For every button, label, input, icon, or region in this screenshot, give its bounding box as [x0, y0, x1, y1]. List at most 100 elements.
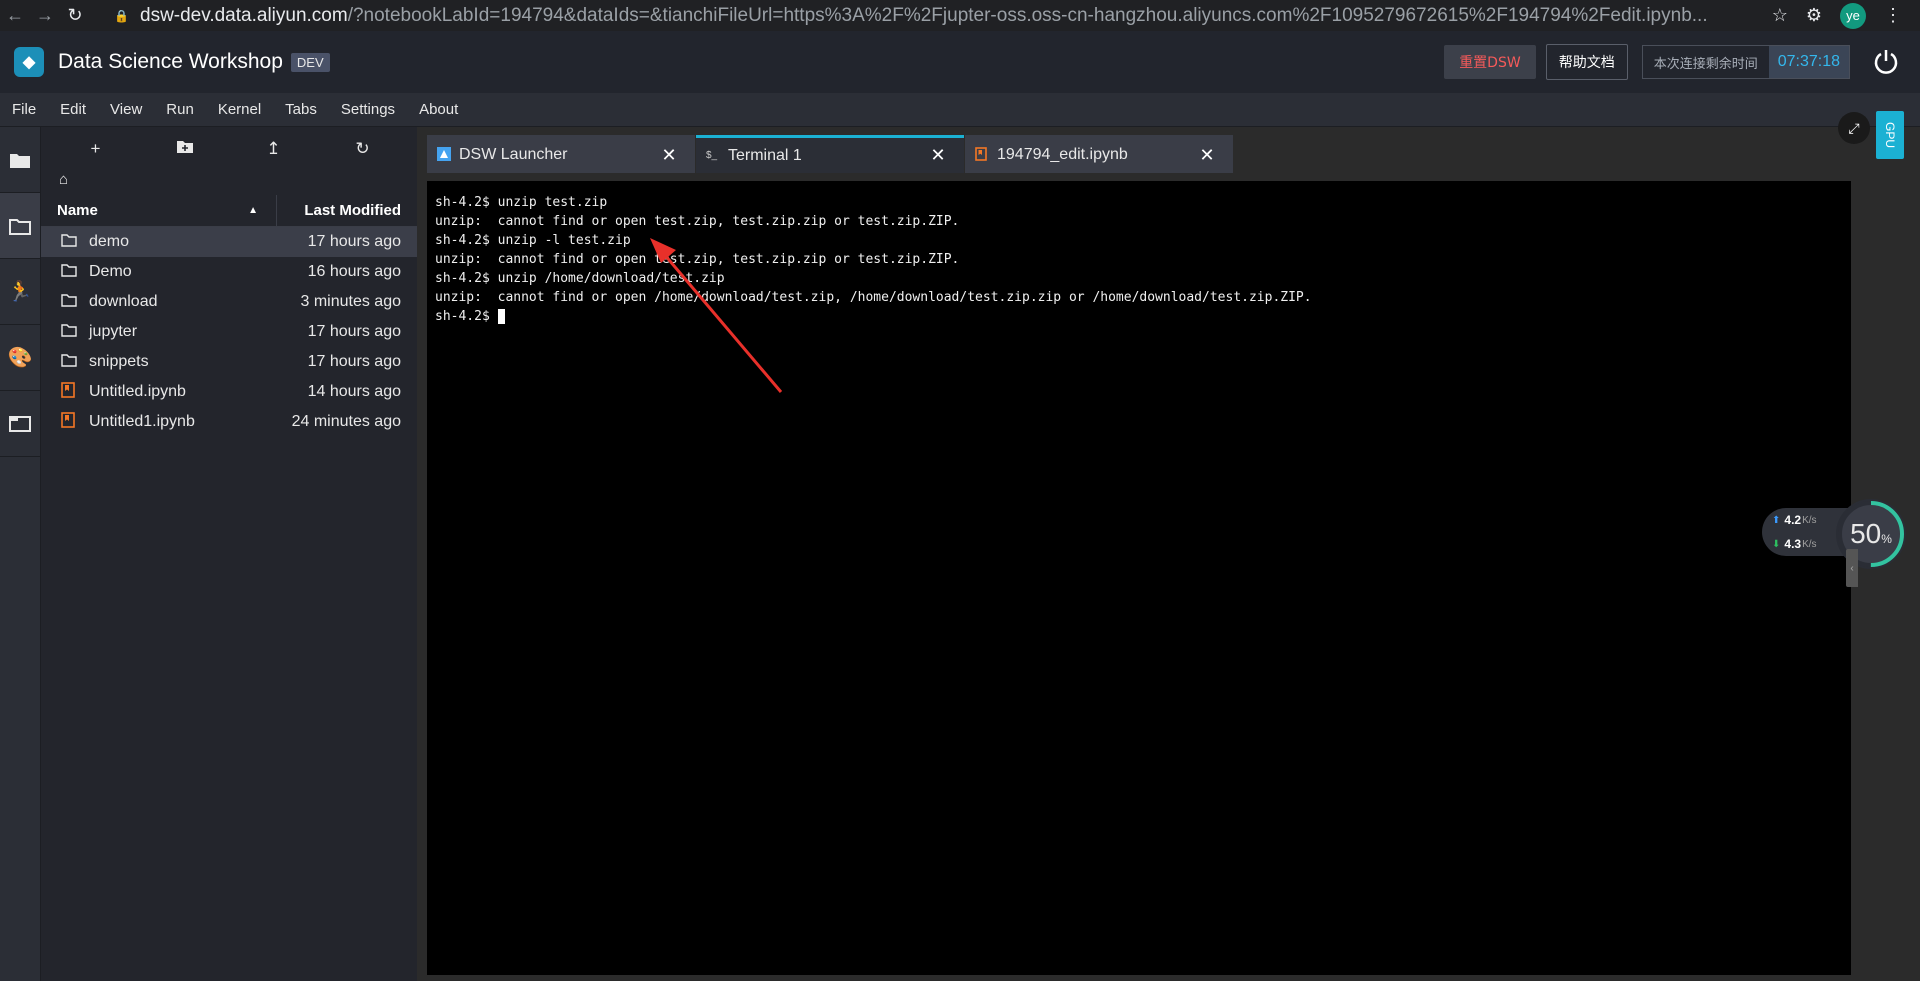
breadcrumb: ⌂	[41, 165, 417, 193]
reload-icon[interactable]: ↻	[60, 0, 90, 31]
folder-icon[interactable]	[0, 127, 40, 193]
menu-run[interactable]: Run	[154, 101, 206, 118]
close-icon[interactable]: ✕	[1195, 145, 1219, 166]
menu-file[interactable]: File	[0, 101, 48, 118]
menu-settings[interactable]: Settings	[329, 101, 407, 118]
tab-label: DSW Launcher	[459, 146, 568, 163]
notebook-icon	[61, 382, 79, 402]
dsw-logo-icon: ◆	[14, 47, 44, 77]
terminal-output[interactable]: sh-4.2$ unzip test.zip unzip: cannot fin…	[427, 181, 1851, 975]
session-timer-label: 本次连接剩余时间	[1653, 56, 1758, 72]
forward-icon[interactable]: →	[30, 0, 60, 31]
file-modified: 16 hours ago	[307, 263, 401, 280]
terminal-line: sh-4.2$ unzip -l test.zip	[435, 233, 631, 248]
more-menu-icon[interactable]: ⋮	[1884, 5, 1902, 26]
folder-icon	[61, 293, 79, 311]
url-path: /?notebookLabId=194794&dataIds=&tianchiF…	[347, 4, 1708, 26]
file-modified: 17 hours ago	[307, 353, 401, 370]
tab-notebook[interactable]: 194794_edit.ipynb ✕	[965, 135, 1233, 173]
menu-edit[interactable]: Edit	[48, 101, 98, 118]
help-docs-button[interactable]: 帮助文档	[1545, 44, 1628, 80]
terminal-line: sh-4.2$ unzip /home/download/test.zip	[435, 271, 725, 286]
bookmark-star-icon[interactable]: ☆	[1772, 5, 1788, 26]
running-icon[interactable]: 🏃	[0, 259, 40, 325]
file-row[interactable]: Untitled1.ipynb 24 minutes ago	[41, 407, 417, 437]
address-bar[interactable]: 🔒 dsw-dev.data.aliyun.com /?notebookLabI…	[114, 0, 1772, 31]
file-row[interactable]: Untitled.ipynb 14 hours ago	[41, 377, 417, 407]
column-name-header[interactable]: Name ▲	[41, 195, 277, 226]
collapse-widget-icon[interactable]: ‹	[1846, 549, 1858, 587]
folder-icon	[61, 353, 79, 371]
file-browser-icon[interactable]	[0, 193, 40, 259]
menu-view[interactable]: View	[98, 101, 154, 118]
menu-tabs[interactable]: Tabs	[273, 101, 329, 118]
file-browser-toolbar: + ↥ ↻	[41, 133, 417, 165]
session-timer-value: 07:37:18	[1768, 46, 1849, 78]
menu-about[interactable]: About	[407, 101, 470, 118]
url-host: dsw-dev.data.aliyun.com	[140, 4, 348, 26]
menu-bar: File Edit View Run Kernel Tabs Settings …	[0, 93, 1920, 127]
tab-label: Terminal 1	[728, 146, 802, 164]
gpu-panel-tab[interactable]: GPU	[1876, 111, 1904, 159]
notebook-icon	[61, 412, 79, 432]
column-name-label: Name	[57, 202, 98, 219]
left-sidebar-rail: 🏃 🎨	[0, 127, 41, 981]
lock-icon: 🔒	[114, 8, 129, 23]
file-modified: 24 minutes ago	[291, 413, 401, 430]
file-row[interactable]: demo 17 hours ago	[41, 227, 417, 257]
launcher-icon	[437, 146, 453, 164]
tabs-icon[interactable]	[0, 391, 40, 457]
upload-speed-unit: K/s	[1802, 514, 1817, 526]
file-row[interactable]: jupyter 17 hours ago	[41, 317, 417, 347]
extensions-icon[interactable]: ⚙	[1806, 5, 1822, 26]
file-list-header: Name ▲ Last Modified	[41, 195, 417, 227]
terminal-prompt: sh-4.2$	[435, 309, 498, 324]
upload-speed: 4.2	[1784, 513, 1802, 527]
folder-icon	[61, 323, 79, 341]
folder-icon	[61, 263, 79, 281]
column-modified-header[interactable]: Last Modified	[277, 202, 417, 219]
close-icon[interactable]: ✕	[926, 145, 950, 166]
file-name: snippets	[89, 353, 149, 370]
browser-toolbar: ← → ↻ 🔒 dsw-dev.data.aliyun.com /?notebo…	[0, 0, 1920, 31]
power-icon[interactable]	[1870, 46, 1902, 78]
terminal-cursor	[497, 309, 505, 324]
terminal-line: sh-4.2$ unzip test.zip	[435, 195, 608, 210]
back-icon[interactable]: ←	[0, 0, 30, 31]
new-launcher-icon[interactable]: +	[81, 139, 111, 159]
file-modified: 14 hours ago	[307, 383, 401, 400]
file-row[interactable]: download 3 minutes ago	[41, 287, 417, 317]
menu-kernel[interactable]: Kernel	[206, 101, 273, 118]
close-icon[interactable]: ✕	[657, 145, 681, 166]
file-browser-panel: + ↥ ↻ ⌂ Name ▲ Last Modified demo 17 hou…	[41, 127, 417, 981]
file-name: download	[89, 293, 158, 310]
refresh-icon[interactable]: ↻	[348, 139, 378, 159]
download-arrow-icon: ⬇	[1772, 538, 1781, 550]
folder-icon	[61, 233, 79, 251]
usage-gauge-value: 50	[1850, 518, 1882, 549]
app-title: Data Science Workshop	[58, 50, 283, 73]
profile-avatar[interactable]: ye	[1840, 2, 1866, 29]
file-row[interactable]: snippets 17 hours ago	[41, 347, 417, 377]
home-icon[interactable]: ⌂	[59, 171, 68, 188]
new-folder-icon[interactable]	[170, 139, 200, 159]
file-name: Untitled.ipynb	[89, 383, 186, 400]
tab-terminal-1[interactable]: $_ Terminal 1 ✕	[696, 135, 964, 173]
file-modified: 17 hours ago	[307, 233, 401, 250]
sort-up-icon: ▲	[248, 205, 258, 216]
file-row[interactable]: Demo 16 hours ago	[41, 257, 417, 287]
main-dock-area: DSW Launcher ✕ $_ Terminal 1 ✕ 194794_ed…	[417, 127, 1863, 981]
terminal-line: unzip: cannot find or open test.zip, tes…	[435, 252, 960, 267]
reset-dsw-button[interactable]: 重置DSW	[1444, 45, 1536, 79]
palette-icon[interactable]: 🎨	[0, 325, 40, 391]
terminal-icon: $_	[706, 150, 718, 161]
file-name: demo	[89, 233, 130, 250]
file-name: Untitled1.ipynb	[89, 413, 195, 430]
file-modified: 17 hours ago	[307, 323, 401, 340]
expand-icon[interactable]: ⤢	[1838, 112, 1870, 144]
tab-dsw-launcher[interactable]: DSW Launcher ✕	[427, 135, 695, 173]
env-badge: DEV	[290, 52, 330, 72]
upload-icon[interactable]: ↥	[259, 139, 289, 159]
file-name: jupyter	[89, 323, 138, 340]
upload-arrow-icon: ⬆	[1772, 514, 1781, 526]
